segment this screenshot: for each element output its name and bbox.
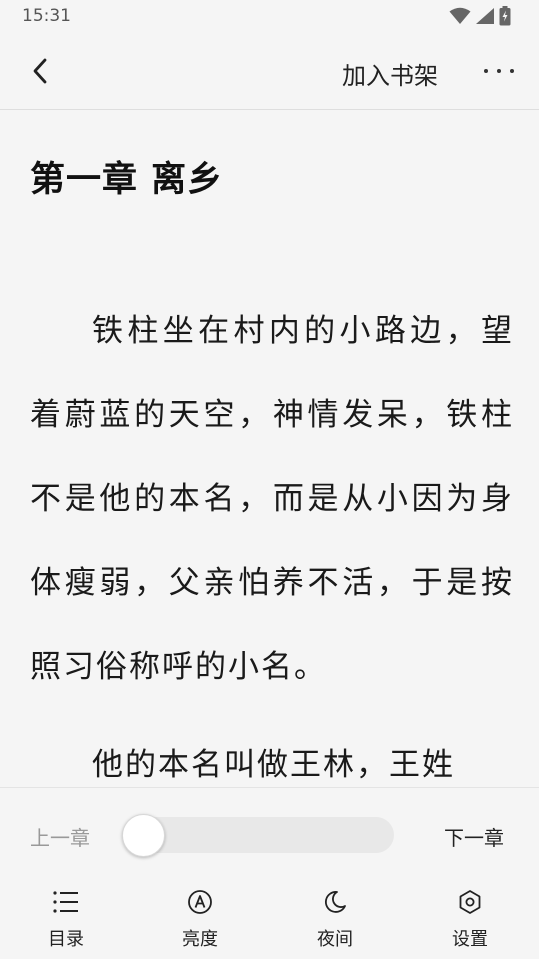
nav-item-settings[interactable]: 设置: [430, 888, 510, 956]
back-button[interactable]: [22, 53, 58, 89]
status-icons: [449, 6, 511, 26]
more-options-button[interactable]: [478, 53, 520, 89]
brightness-auto-icon: [186, 888, 214, 916]
settings-hexagon-icon: [456, 888, 484, 916]
prev-chapter-button[interactable]: 上一章: [30, 822, 90, 851]
paragraph: 铁柱坐在村内的小路边，望着蔚蓝的天空，神情发呆，铁柱不是他的本名，而是从小因为身…: [30, 313, 514, 685]
wifi-icon: [449, 7, 471, 24]
moon-icon: [321, 888, 349, 916]
cellular-signal-icon: [476, 8, 494, 24]
slider-thumb[interactable]: [122, 814, 165, 857]
status-time: 15:31: [22, 6, 71, 26]
paragraph: 他的本名叫做王林，王姓: [92, 747, 455, 783]
reading-area[interactable]: 第一章 离乡 铁柱坐在村内的小路边，望着蔚蓝的天空，神情发呆，铁柱不是他的本名，…: [0, 111, 539, 787]
next-chapter-button[interactable]: 下一章: [444, 822, 504, 851]
nav-label-night: 夜间: [317, 929, 353, 950]
add-to-shelf-button[interactable]: 加入书架: [342, 56, 438, 91]
chapter-progress-slider[interactable]: [122, 814, 394, 857]
more-horizontal-icon: [484, 69, 514, 73]
top-bar: 加入书架: [0, 32, 539, 110]
list-icon: [52, 888, 80, 916]
chevron-left-icon: [33, 58, 47, 84]
chapter-title: 第一章 离乡: [30, 160, 224, 200]
nav-item-catalog[interactable]: 目录: [26, 888, 106, 956]
nav-item-brightness[interactable]: 亮度: [160, 888, 240, 956]
reader-control-panel: 上一章 下一章 目录 亮度 夜间 设置: [0, 787, 539, 959]
nav-label-brightness: 亮度: [182, 929, 218, 950]
chapter-content: 铁柱坐在村内的小路边，望着蔚蓝的天空，神情发呆，铁柱不是他的本名，而是从小因为身…: [30, 289, 514, 787]
nav-item-night-mode[interactable]: 夜间: [295, 888, 375, 956]
battery-charging-icon: [499, 6, 511, 26]
status-bar: 15:31: [0, 0, 539, 32]
bottom-nav: 目录 亮度 夜间 设置: [0, 888, 539, 959]
nav-label-catalog: 目录: [48, 929, 84, 950]
nav-label-settings: 设置: [452, 929, 488, 950]
